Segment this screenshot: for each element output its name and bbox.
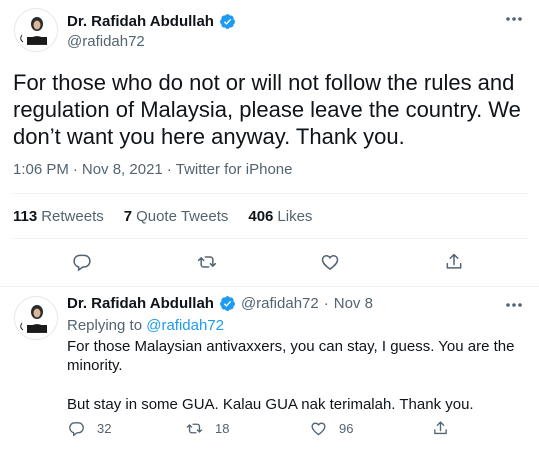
divider bbox=[13, 238, 528, 239]
divider bbox=[0, 286, 539, 287]
reply-button[interactable] bbox=[72, 252, 92, 272]
reply-avatar[interactable] bbox=[14, 296, 58, 340]
reply-icon bbox=[73, 254, 91, 272]
replying-to: Replying to @rafidah72 bbox=[67, 317, 224, 334]
avatar[interactable] bbox=[14, 8, 58, 52]
share-button[interactable] bbox=[432, 420, 449, 437]
like-button[interactable]: 96 bbox=[310, 420, 353, 437]
verified-badge-icon bbox=[220, 296, 235, 311]
more-icon[interactable] bbox=[505, 16, 523, 22]
retweets-stat[interactable]: 113 Retweets bbox=[13, 208, 104, 225]
quotes-count: 7 bbox=[123, 208, 133, 225]
replying-to-link[interactable]: @rafidah72 bbox=[146, 317, 224, 334]
meta-separator: · bbox=[323, 295, 329, 312]
like-icon bbox=[321, 254, 339, 270]
tweet-date[interactable]: Nov 8, 2021 bbox=[82, 161, 163, 178]
reply-count: 32 bbox=[97, 421, 112, 436]
reply-text: For those Malaysian antivaxxers, you can… bbox=[67, 337, 527, 414]
retweets-count: 113 bbox=[13, 208, 38, 225]
verified-badge-icon bbox=[220, 14, 235, 29]
reply-icon bbox=[69, 422, 84, 437]
like-icon bbox=[311, 422, 326, 436]
share-icon bbox=[446, 253, 462, 269]
handle[interactable]: @rafidah72 bbox=[67, 33, 145, 50]
more-icon[interactable] bbox=[505, 302, 523, 308]
main-tweet: Dr. Rafidah Abdullah @rafidah72 For thos… bbox=[0, 0, 539, 287]
likes-label: Likes bbox=[277, 208, 313, 225]
tweet-stats: 113 Retweets 7 Quote Tweets 406 Likes bbox=[13, 208, 312, 225]
reply-actions: 32 18 96 bbox=[0, 418, 539, 440]
share-icon bbox=[434, 421, 447, 435]
reply-date[interactable]: Nov 8 bbox=[334, 295, 373, 312]
reply-handle[interactable]: @rafidah72 bbox=[241, 295, 319, 312]
likes-count: 406 bbox=[248, 208, 274, 225]
like-count: 96 bbox=[339, 421, 354, 436]
retweet-button[interactable]: 18 bbox=[186, 420, 229, 437]
retweet-icon bbox=[186, 423, 203, 434]
replying-prefix: Replying to bbox=[67, 317, 143, 334]
reply-display-name[interactable]: Dr. Rafidah Abdullah bbox=[67, 295, 214, 312]
retweet-icon bbox=[197, 256, 217, 268]
retweets-label: Retweets bbox=[41, 208, 104, 225]
reply-text-paragraph: For those Malaysian antivaxxers, you can… bbox=[67, 338, 515, 374]
meta-separator: · bbox=[166, 161, 172, 178]
tweet-meta: 1:06 PM · Nov 8, 2021 · Twitter for iPho… bbox=[13, 161, 292, 178]
retweet-button[interactable] bbox=[197, 252, 217, 272]
tweet-time[interactable]: 1:06 PM bbox=[13, 161, 69, 178]
avatar-image bbox=[15, 297, 57, 339]
reply-author-row: Dr. Rafidah Abdullah @rafidah72 · Nov 8 bbox=[67, 295, 373, 312]
divider bbox=[13, 193, 528, 194]
avatar-image bbox=[15, 9, 57, 51]
share-button[interactable] bbox=[444, 252, 464, 272]
tweet-actions bbox=[0, 250, 539, 274]
reply-text-paragraph: But stay in some GUA. Kalau GUA nak teri… bbox=[67, 396, 474, 413]
tweet-source[interactable]: Twitter for iPhone bbox=[176, 161, 293, 178]
like-button[interactable] bbox=[320, 252, 340, 272]
likes-stat[interactable]: 406 Likes bbox=[248, 208, 312, 225]
display-name[interactable]: Dr. Rafidah Abdullah bbox=[67, 13, 214, 30]
retweet-count: 18 bbox=[215, 421, 230, 436]
quotes-label: Quote Tweets bbox=[136, 208, 229, 225]
author-row: Dr. Rafidah Abdullah bbox=[67, 13, 236, 30]
tweet-text: For those who do not or will not follow … bbox=[13, 70, 521, 149]
meta-separator: · bbox=[72, 161, 78, 178]
quotes-stat[interactable]: 7 Quote Tweets bbox=[124, 208, 229, 225]
reply-button[interactable]: 32 bbox=[68, 420, 111, 437]
